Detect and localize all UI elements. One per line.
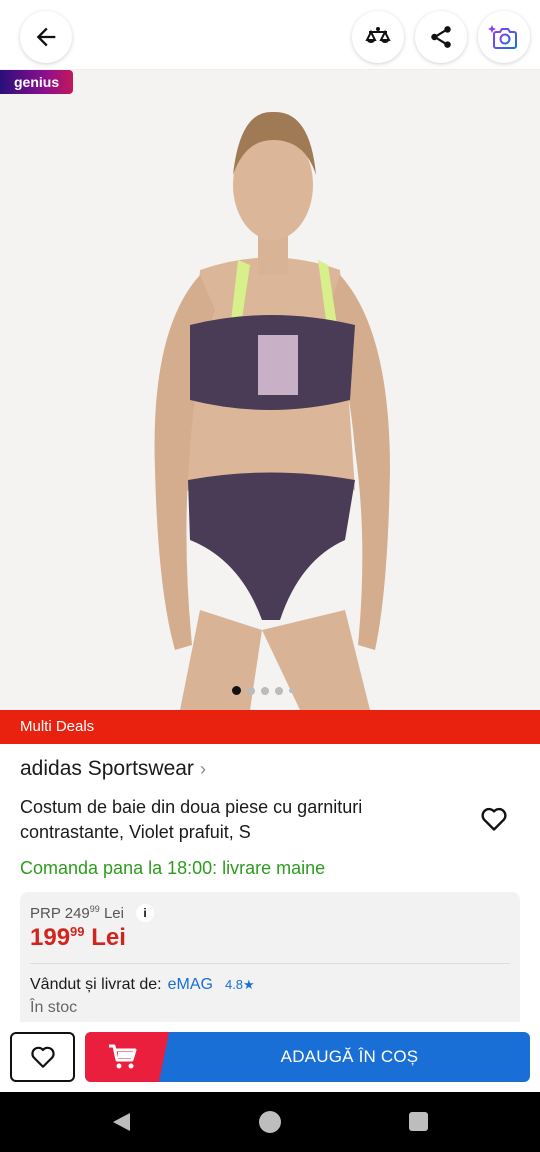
brand-link[interactable]: adidas Sportswear › xyxy=(20,757,206,781)
price-decimals: 99 xyxy=(70,924,85,939)
brand-name: adidas Sportswear xyxy=(20,757,194,780)
cart-icon-area xyxy=(85,1032,169,1082)
delivery-info: Comanda pana la 18:00: livrare maine xyxy=(20,858,326,878)
genius-badge: genius xyxy=(0,70,74,94)
nav-home-icon[interactable] xyxy=(259,1111,281,1133)
stock-status: În stoc xyxy=(30,999,78,1016)
prp-decimals: 99 xyxy=(89,904,100,914)
star-icon: ★ xyxy=(243,977,255,992)
product-title: Costum de baie din doua piese cu garnitu… xyxy=(20,797,363,842)
price-int: 199 xyxy=(30,924,71,951)
product-photo-illustration xyxy=(0,70,540,710)
heart-outline-icon xyxy=(30,1046,55,1068)
prp-currency: Lei xyxy=(103,905,124,922)
add-to-cart-label: ADAUGĂ ÎN COȘ xyxy=(280,1047,419,1066)
prp-price: PRP 24999 Lei i xyxy=(30,904,154,922)
action-bar: ADAUGĂ ÎN COȘ xyxy=(0,1022,540,1092)
back-button[interactable] xyxy=(20,11,72,63)
product-page: genius Multi Deals adidas Sportswear › C… xyxy=(0,0,540,1152)
seller-label: Vândut și livrat de: xyxy=(30,976,162,993)
share-icon xyxy=(431,26,451,48)
add-to-favorites-button[interactable] xyxy=(10,1032,75,1082)
current-price: 19999 Lei xyxy=(30,924,126,952)
heart-outline-icon[interactable] xyxy=(480,806,508,832)
camera-sparkle-icon xyxy=(488,25,517,49)
nav-back-icon[interactable] xyxy=(110,1111,132,1133)
scale-icon xyxy=(365,27,391,43)
gallery-dot[interactable] xyxy=(275,686,283,695)
product-image[interactable] xyxy=(0,70,540,710)
seller-name-link[interactable]: eMAG xyxy=(168,976,213,994)
gallery-dot[interactable] xyxy=(261,686,269,695)
rating-value: 4.8 xyxy=(224,977,244,992)
add-to-cart-button[interactable]: ADAUGĂ ÎN COȘ xyxy=(85,1032,530,1082)
share-button[interactable] xyxy=(415,11,467,63)
gallery-dot[interactable] xyxy=(289,688,294,693)
gallery-dots xyxy=(232,686,294,695)
info-icon[interactable]: i xyxy=(135,904,154,922)
divider xyxy=(30,963,510,964)
cart-icon xyxy=(109,1044,137,1069)
top-bar xyxy=(0,0,540,70)
gallery-dot[interactable] xyxy=(232,686,241,695)
chevron-right-icon: › xyxy=(199,758,206,779)
system-nav-bar xyxy=(0,1092,540,1152)
seller-info: Vândut și livrat de: eMAG 4.8★ xyxy=(30,976,255,994)
price-currency: Lei xyxy=(91,924,126,951)
multi-deals-banner[interactable]: Multi Deals xyxy=(0,710,540,744)
gallery-dot[interactable] xyxy=(247,686,255,695)
price-box: PRP 24999 Lei i 19999 Lei Vândut și livr… xyxy=(20,892,520,1032)
compare-button[interactable] xyxy=(352,11,404,63)
visual-search-button[interactable] xyxy=(478,11,530,63)
arrow-left-icon xyxy=(36,27,56,47)
seller-rating: 4.8★ xyxy=(225,977,255,993)
nav-recents-icon[interactable] xyxy=(409,1112,428,1131)
prp-amount: PRP 249 xyxy=(30,905,90,922)
